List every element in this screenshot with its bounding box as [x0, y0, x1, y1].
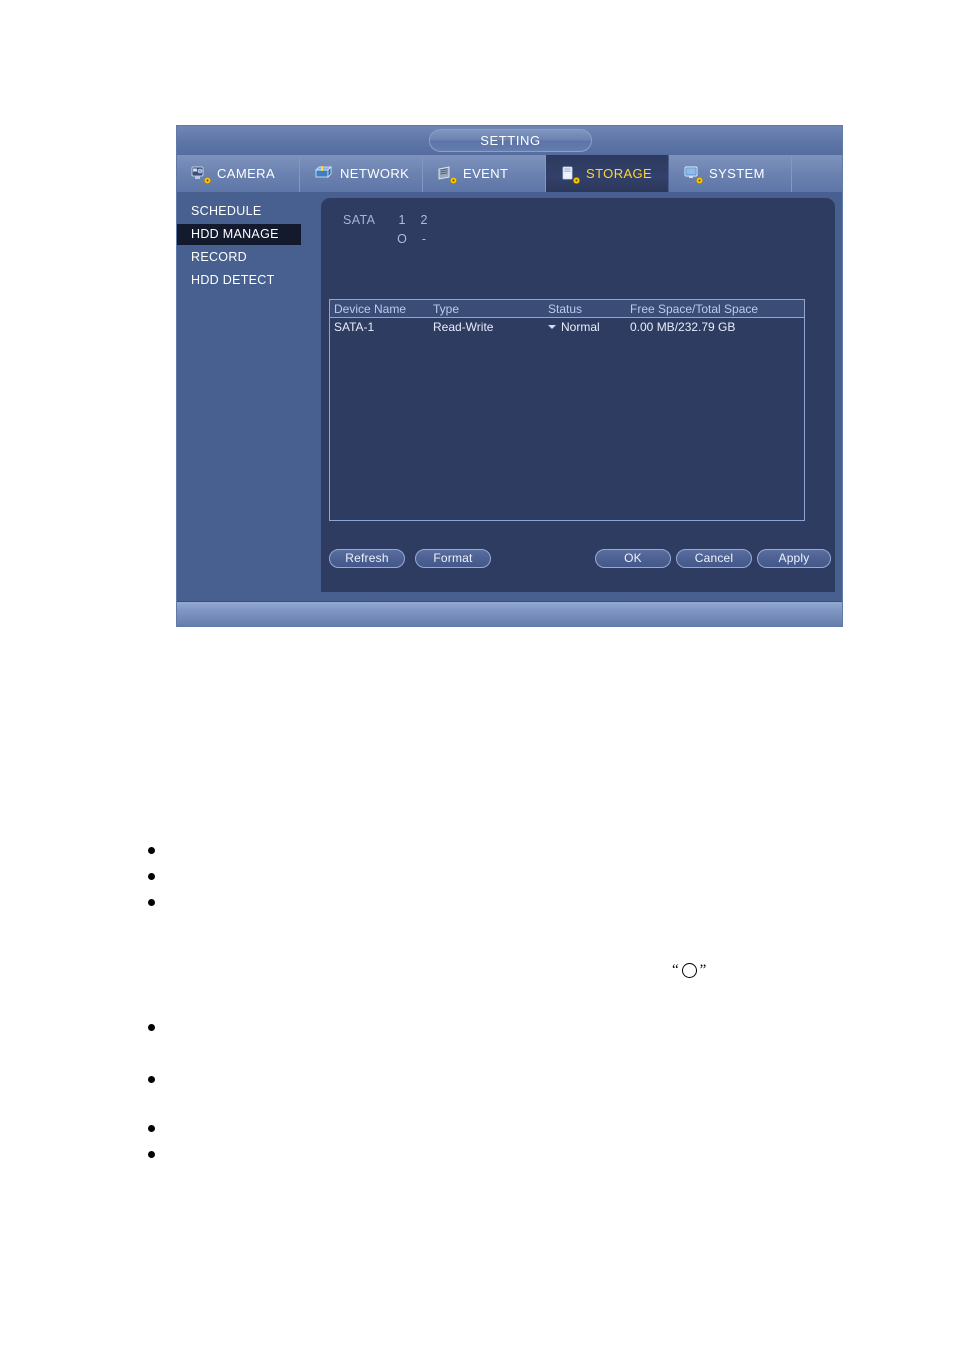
- sidebar-item-schedule[interactable]: SCHEDULE: [177, 201, 307, 222]
- list-item-bullet: [148, 1151, 155, 1158]
- tab-system[interactable]: SYSTEM: [669, 155, 792, 192]
- refresh-button[interactable]: Refresh: [329, 549, 405, 568]
- table-row[interactable]: SATA-1 Read-Write Normal 0.00 MB/232.79 …: [330, 318, 804, 336]
- column-header-free-total: Free Space/Total Space: [630, 301, 759, 316]
- cell-device-name: SATA-1: [334, 320, 375, 334]
- tab-storage-label: STORAGE: [586, 166, 653, 181]
- gear-icon: [204, 176, 211, 184]
- sidebar: SCHEDULE HDD MANAGE RECORD HDD DETECT: [177, 192, 307, 601]
- gear-icon: [450, 176, 457, 184]
- event-gear-icon: [437, 165, 457, 184]
- dialog-titlebar: SETTING: [177, 126, 842, 155]
- tab-event[interactable]: EVENT: [423, 155, 546, 192]
- column-header-status: Status: [548, 301, 583, 316]
- camera-gear-icon: [191, 165, 211, 184]
- cell-status: Normal: [548, 320, 630, 334]
- chevron-down-icon[interactable]: [548, 324, 556, 329]
- dialog-body: SCHEDULE HDD MANAGE RECORD HDD DETECT SA…: [177, 192, 842, 601]
- gear-icon: [696, 176, 703, 184]
- tab-event-label: EVENT: [463, 166, 509, 181]
- close-quote: ”: [699, 962, 707, 978]
- cell-free-total: 0.00 MB/232.79 GB: [630, 320, 736, 334]
- column-header-device-name: Device Name: [334, 301, 407, 316]
- cancel-button[interactable]: Cancel: [676, 549, 752, 568]
- dialog-footer-bar: [177, 601, 842, 626]
- dialog-title: SETTING: [429, 129, 592, 152]
- hdd-type-dropdown[interactable]: Read-Write: [433, 320, 548, 334]
- list-item-bullet: [148, 873, 155, 880]
- gear-icon: [573, 176, 580, 184]
- tab-storage[interactable]: STORAGE: [546, 155, 669, 192]
- tab-camera-label: CAMERA: [217, 166, 276, 181]
- ok-button[interactable]: OK: [595, 549, 671, 568]
- format-button[interactable]: Format: [415, 549, 491, 568]
- sata-port-2-number: 2: [420, 213, 428, 227]
- list-item-bullet: [148, 1125, 155, 1132]
- setting-dialog: SETTING CAMERA NETWORK EVENT STORAGE SYS…: [176, 125, 843, 627]
- content-panel: SATA 1 O 2 - Device Name Type Status Fre…: [321, 198, 835, 592]
- tab-network[interactable]: NETWORK: [300, 155, 423, 192]
- network-gear-icon: [314, 165, 334, 183]
- sata-port-2-state: -: [421, 232, 427, 246]
- sidebar-item-record[interactable]: RECORD: [177, 247, 307, 268]
- sata-port-1-state: O: [397, 232, 407, 246]
- sata-port-1-number: 1: [398, 213, 406, 227]
- system-gear-icon: [683, 165, 703, 184]
- tab-system-label: SYSTEM: [709, 166, 765, 181]
- list-item-bullet: [148, 1076, 155, 1083]
- storage-gear-icon: [560, 165, 580, 184]
- hdd-table: Device Name Type Status Free Space/Total…: [329, 299, 805, 521]
- list-item-bullet: [148, 847, 155, 854]
- list-item-bullet: [148, 1024, 155, 1031]
- tab-strip: CAMERA NETWORK EVENT STORAGE SYSTEM: [177, 155, 842, 192]
- table-header-row: Device Name Type Status Free Space/Total…: [330, 300, 804, 318]
- quoted-circle-symbol: “”: [672, 962, 706, 979]
- sidebar-item-hdd-detect[interactable]: HDD DETECT: [177, 270, 307, 291]
- tab-camera[interactable]: CAMERA: [177, 155, 300, 192]
- tab-network-label: NETWORK: [340, 166, 410, 181]
- column-header-type: Type: [433, 301, 460, 316]
- list-item-bullet: [148, 899, 155, 906]
- sidebar-item-hdd-manage[interactable]: HDD MANAGE: [177, 224, 301, 245]
- apply-button[interactable]: Apply: [757, 549, 831, 568]
- open-quote: “: [672, 962, 679, 978]
- cell-status-text: Normal: [561, 320, 600, 334]
- circle-icon: [681, 963, 697, 979]
- sata-label: SATA: [343, 213, 376, 227]
